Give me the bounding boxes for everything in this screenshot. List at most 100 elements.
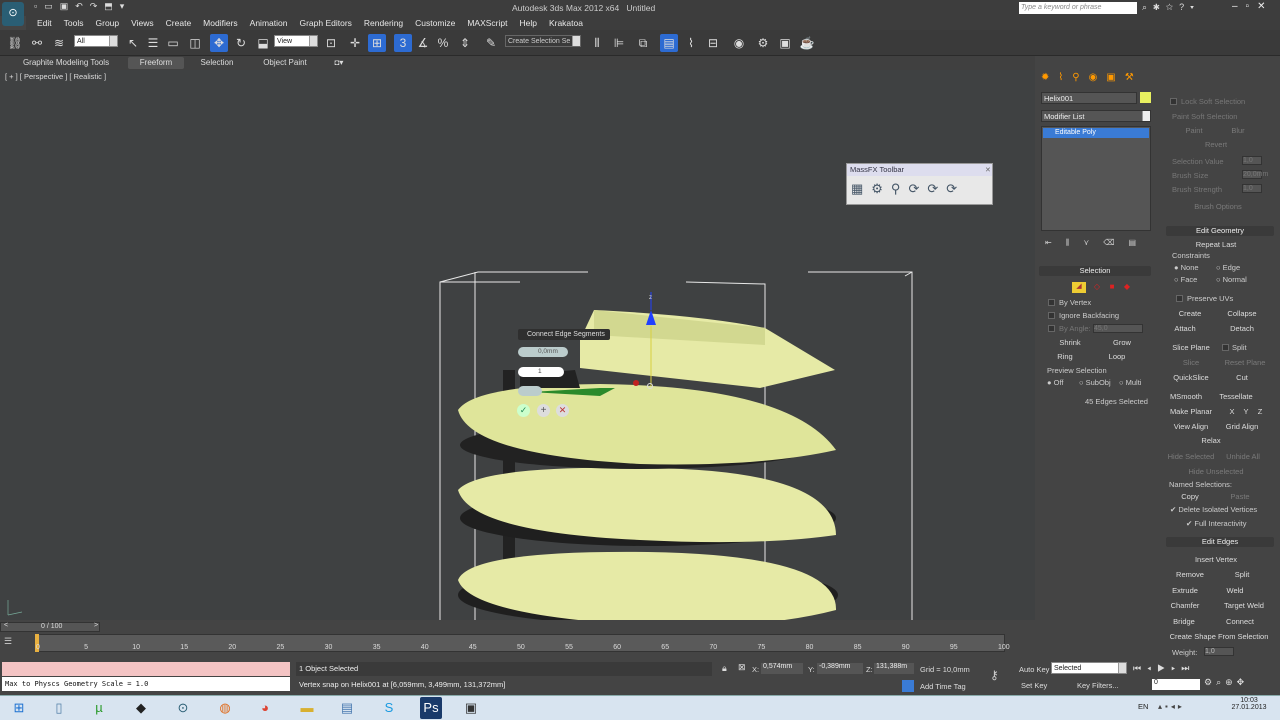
preview-off-radio[interactable]: ● Off <box>1047 378 1064 387</box>
split-edges-button[interactable]: Split <box>1222 570 1262 579</box>
loop-button[interactable]: Loop <box>1102 352 1132 361</box>
attach-button[interactable]: Attach <box>1168 324 1202 333</box>
target-weld-button[interactable]: Target Weld <box>1220 601 1268 610</box>
menu-item-graph-editors[interactable]: Graph Editors <box>299 18 351 28</box>
create-button[interactable]: Create <box>1168 309 1212 318</box>
extrude-button[interactable]: Extrude <box>1166 586 1204 595</box>
brush-options-button[interactable]: Brush Options <box>1188 202 1248 211</box>
grid-align-button[interactable]: Grid Align <box>1220 422 1264 431</box>
bind-space-warp-icon[interactable]: ≋ <box>50 34 68 52</box>
preview-subobj-radio[interactable]: ○ SubObj <box>1079 378 1111 387</box>
tray-icons[interactable]: ▴▪◂▸ <box>1158 702 1185 711</box>
rendered-frame-icon[interactable]: ▣ <box>776 34 794 52</box>
material-editor-icon[interactable]: ◉ <box>730 34 748 52</box>
weld-button[interactable]: Weld <box>1220 586 1250 595</box>
angle-spinner[interactable]: 45,0 <box>1093 324 1143 333</box>
select-move-icon[interactable]: ✥ <box>210 34 228 52</box>
grow-button[interactable]: Grow <box>1107 338 1137 347</box>
selection-value-spinner[interactable]: 1,0 <box>1242 156 1262 165</box>
blur-button[interactable]: Blur <box>1224 126 1252 135</box>
segments-field[interactable]: 1 <box>518 367 564 377</box>
help-icons[interactable]: ⌕✱☆?▾ <box>1142 2 1200 13</box>
y-field[interactable]: -0,389mm <box>817 663 863 674</box>
reference-coord-dropdown[interactable]: View <box>274 35 318 47</box>
maxscript-listener[interactable]: Max to Physcs Geometry Scale = 1.0 <box>2 677 290 691</box>
close-icon[interactable]: ✕ <box>985 166 991 174</box>
edit-geometry-header[interactable]: Edit Geometry <box>1166 226 1274 236</box>
msmooth-button[interactable]: MSmooth <box>1166 392 1206 401</box>
constraint-face-radio[interactable]: ○ Face <box>1174 275 1197 284</box>
keyboard-shortcut-override-icon[interactable]: ⊞ <box>368 34 386 52</box>
link-icon[interactable]: ⛓ <box>6 34 24 52</box>
edit-named-selection-icon[interactable]: ✎ <box>482 34 500 52</box>
insert-vertex-button[interactable]: Insert Vertex <box>1190 555 1242 564</box>
clock[interactable]: 10:03 27.01.2013 <box>1228 697 1270 711</box>
layer-manager-icon[interactable]: ⧉ <box>634 34 652 52</box>
modifier-stack[interactable]: Editable Poly <box>1041 126 1151 231</box>
app-logo-icon[interactable]: ⊙ <box>2 2 24 26</box>
select-scale-icon[interactable]: ⬓ <box>254 34 272 52</box>
constraint-none-radio[interactable]: ● None <box>1174 263 1199 272</box>
slice-button[interactable]: Slice <box>1168 358 1214 367</box>
full-interactivity-checkbox[interactable]: ✔ Full Interactivity <box>1186 519 1246 528</box>
select-manipulate-icon[interactable]: ✛ <box>346 34 364 52</box>
spinner-snap-icon[interactable]: ⇕ <box>456 34 474 52</box>
select-by-name-icon[interactable]: ☰ <box>144 34 162 52</box>
edit-edges-header[interactable]: Edit Edges <box>1166 537 1274 547</box>
start-button-icon[interactable]: ⊞ <box>2 697 36 719</box>
selection-filter-dropdown[interactable]: All <box>74 35 118 47</box>
shrink-button[interactable]: Shrink <box>1055 338 1085 347</box>
key-icon[interactable]: ⚷ <box>990 668 999 682</box>
stack-item-editable-poly[interactable]: Editable Poly <box>1043 128 1149 138</box>
auto-key-button[interactable]: Auto Key <box>1019 665 1049 674</box>
window-icon[interactable]: ▣ <box>454 697 488 719</box>
create-shape-button[interactable]: Create Shape From Selection <box>1166 632 1272 641</box>
network-icon[interactable]: ▤ <box>330 697 364 719</box>
preserve-uvs-checkbox[interactable] <box>1176 295 1183 302</box>
constraint-normal-radio[interactable]: ○ Normal <box>1216 275 1247 284</box>
render-production-icon[interactable]: ☕ <box>798 34 816 52</box>
graphite-toggle-icon[interactable]: ▤ <box>660 34 678 52</box>
make-planar-button[interactable]: Make Planar <box>1166 407 1216 416</box>
perspective-viewport[interactable]: [ + ] [ Perspective ] [ Realistic ] z Co… <box>0 70 1035 620</box>
curve-editor-icon[interactable]: ⌇ <box>682 34 700 52</box>
menu-item-maxscript[interactable]: MAXScript <box>467 18 507 28</box>
object-color-swatch[interactable] <box>1140 92 1151 103</box>
relax-button[interactable]: Relax <box>1196 436 1226 445</box>
menu-item-krakatoa[interactable]: Krakatoa <box>549 18 583 28</box>
modifier-list-dropdown[interactable]: Modifier List <box>1041 110 1151 122</box>
preview-multi-radio[interactable]: ○ Multi <box>1119 378 1141 387</box>
paint-button[interactable]: Paint <box>1180 126 1208 135</box>
revert-button[interactable]: Revert <box>1200 140 1232 149</box>
cut-button[interactable]: Cut <box>1220 373 1264 382</box>
bridge-button[interactable]: Bridge <box>1166 617 1202 626</box>
polygon-mode-icon[interactable]: ■ <box>1105 282 1119 293</box>
explorer-icon[interactable]: ▯ <box>42 697 76 719</box>
tab-selection[interactable]: Selection <box>188 57 246 69</box>
view-align-button[interactable]: View Align <box>1168 422 1214 431</box>
window-controls[interactable]: –▫✕ <box>1232 1 1274 12</box>
time-slider[interactable]: < 0 / 100 > <box>0 622 100 632</box>
constraint-edge-radio[interactable]: ○ Edge <box>1216 263 1240 272</box>
firefox-icon[interactable]: ◍ <box>208 697 242 719</box>
angle-snap-icon[interactable]: ∡ <box>414 34 432 52</box>
chrome-icon[interactable]: ◕ <box>248 697 282 719</box>
percent-snap-icon[interactable]: % <box>434 34 452 52</box>
stack-tool-icons[interactable]: ⇤⫼⋎⌫▤ <box>1045 238 1150 248</box>
time-tag-icon[interactable] <box>902 680 914 692</box>
menu-item-rendering[interactable]: Rendering <box>364 18 403 28</box>
brush-strength-spinner[interactable]: 1,0 <box>1242 184 1262 193</box>
key-mode-dropdown[interactable]: Selected <box>1051 662 1127 674</box>
hide-selected-button[interactable]: Hide Selected <box>1166 452 1216 461</box>
playback-controls[interactable]: ⏮◂▶▸⏭ <box>1133 663 1195 674</box>
by-vertex-checkbox[interactable] <box>1048 299 1055 306</box>
ignore-backfacing-checkbox[interactable] <box>1048 312 1055 319</box>
rectangular-region-icon[interactable]: ▭ <box>164 34 182 52</box>
lock-soft-selection-checkbox[interactable] <box>1170 98 1177 105</box>
quick-access-icons[interactable]: ▫▭▣↶↷⬒▾ <box>34 1 131 12</box>
utorrent-icon[interactable]: µ <box>82 697 116 719</box>
massfx-toolbar[interactable]: MassFX Toolbar ✕ ▦⚙⚲⟳⟳⟳ <box>846 163 993 205</box>
tab-graphite-modeling-tools[interactable]: Graphite Modeling Tools <box>4 57 128 69</box>
collapse-button[interactable]: Collapse <box>1220 309 1264 318</box>
menu-item-animation[interactable]: Animation <box>250 18 288 28</box>
